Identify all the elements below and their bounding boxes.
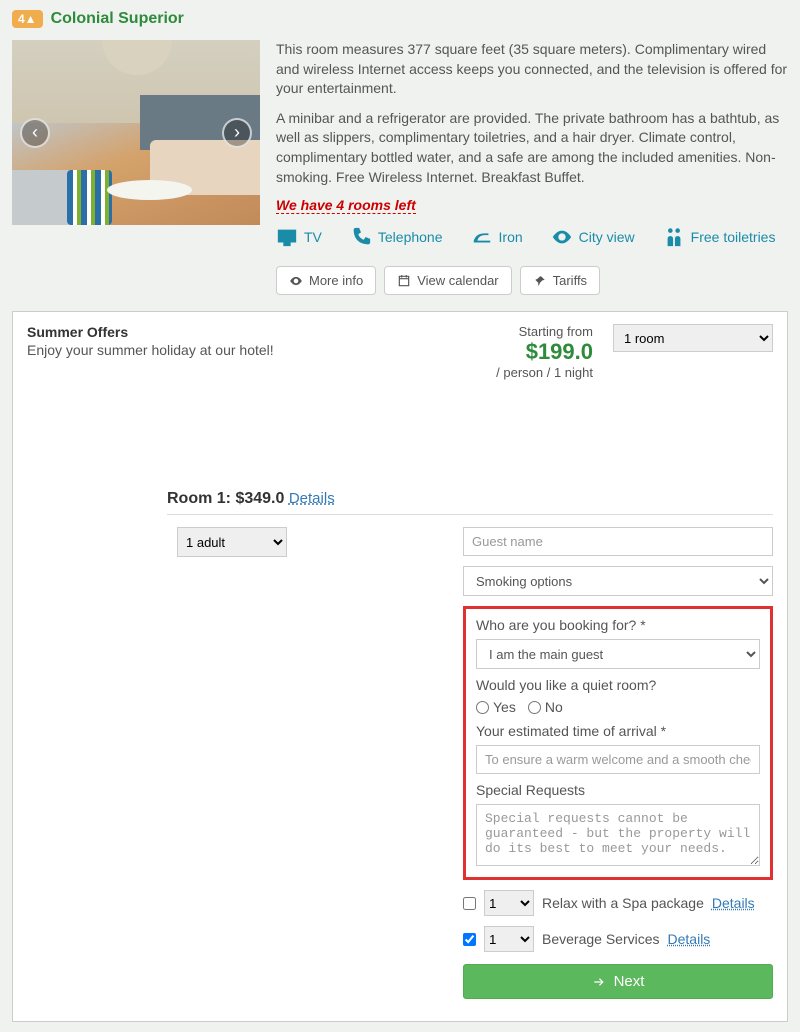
booking-for-label: Who are you booking for? * [476, 617, 760, 633]
spa-details-link[interactable]: Details [712, 895, 755, 911]
smoking-select[interactable]: Smoking options [463, 566, 773, 596]
quiet-no-option[interactable]: No [528, 699, 563, 715]
gallery-next-button[interactable]: › [222, 118, 252, 148]
amenity-telephone: Telephone [350, 226, 443, 248]
amenities-row: TV Telephone Iron City view Free toiletr… [276, 226, 788, 248]
price-starting-from: Starting from [496, 324, 593, 339]
room-count-select[interactable]: 1 room [613, 324, 773, 352]
beverage-addon-qty[interactable]: 1 [484, 926, 534, 952]
arrival-time-label: Your estimated time of arrival * [476, 723, 760, 739]
occupancy-badge: 4▲ [12, 10, 43, 28]
gallery-prev-button[interactable]: ‹ [20, 118, 50, 148]
more-info-button[interactable]: More info [276, 266, 376, 295]
eye-icon [289, 274, 303, 288]
room-description-1: This room measures 377 square feet (35 s… [276, 40, 788, 99]
booking-for-select[interactable]: I am the main guest [476, 639, 760, 669]
calendar-icon [397, 274, 411, 288]
room-header: 4▲ Colonial Superior [12, 10, 788, 28]
arrow-right-icon [592, 975, 606, 989]
room-price-line: Room 1: $349.0 Details [167, 490, 773, 515]
amenity-cityview: City view [551, 226, 635, 248]
price-per: / person / 1 night [496, 365, 593, 380]
quiet-yes-radio[interactable] [476, 701, 489, 714]
booking-panel: Summer Offers Enjoy your summer holiday … [12, 311, 788, 1022]
special-requests-label: Special Requests [476, 782, 760, 798]
arrival-time-input[interactable] [476, 745, 760, 774]
view-calendar-button[interactable]: View calendar [384, 266, 511, 295]
people-icon [663, 226, 685, 248]
spa-addon-label: Relax with a Spa package [542, 895, 704, 911]
beverage-addon-checkbox[interactable] [463, 933, 476, 946]
offer-title: Summer Offers [27, 324, 274, 340]
beverage-addon-label: Beverage Services [542, 931, 660, 947]
quiet-room-label: Would you like a quiet room? [476, 677, 760, 693]
highlighted-questions-box: Who are you booking for? * I am the main… [463, 606, 773, 880]
special-requests-textarea[interactable] [476, 804, 760, 866]
amenity-tv: TV [276, 226, 322, 248]
offer-subtitle: Enjoy your summer holiday at our hotel! [27, 342, 274, 358]
guest-name-input[interactable] [463, 527, 773, 556]
eye-icon [551, 226, 573, 248]
room-details-link[interactable]: Details [289, 490, 335, 507]
tv-icon [276, 226, 298, 248]
spa-addon-checkbox[interactable] [463, 897, 476, 910]
quiet-yes-option[interactable]: Yes [476, 699, 516, 715]
telephone-icon [350, 226, 372, 248]
tariffs-button[interactable]: Tariffs [520, 266, 600, 295]
rooms-left-notice: We have 4 rooms left [276, 197, 416, 214]
quiet-no-radio[interactable] [528, 701, 541, 714]
next-button[interactable]: Next [463, 964, 773, 999]
price-value: $199.0 [496, 339, 593, 365]
room-description-2: A minibar and a refrigerator are provide… [276, 109, 788, 187]
pin-icon [533, 274, 547, 288]
adults-select[interactable]: 1 adult [177, 527, 287, 557]
room-title: Colonial Superior [51, 10, 184, 28]
iron-icon [471, 226, 493, 248]
beverage-details-link[interactable]: Details [668, 931, 711, 947]
amenity-iron: Iron [471, 226, 523, 248]
spa-addon-qty[interactable]: 1 [484, 890, 534, 916]
amenity-toiletries: Free toiletries [663, 226, 776, 248]
room-gallery: ‹ › [12, 40, 260, 225]
